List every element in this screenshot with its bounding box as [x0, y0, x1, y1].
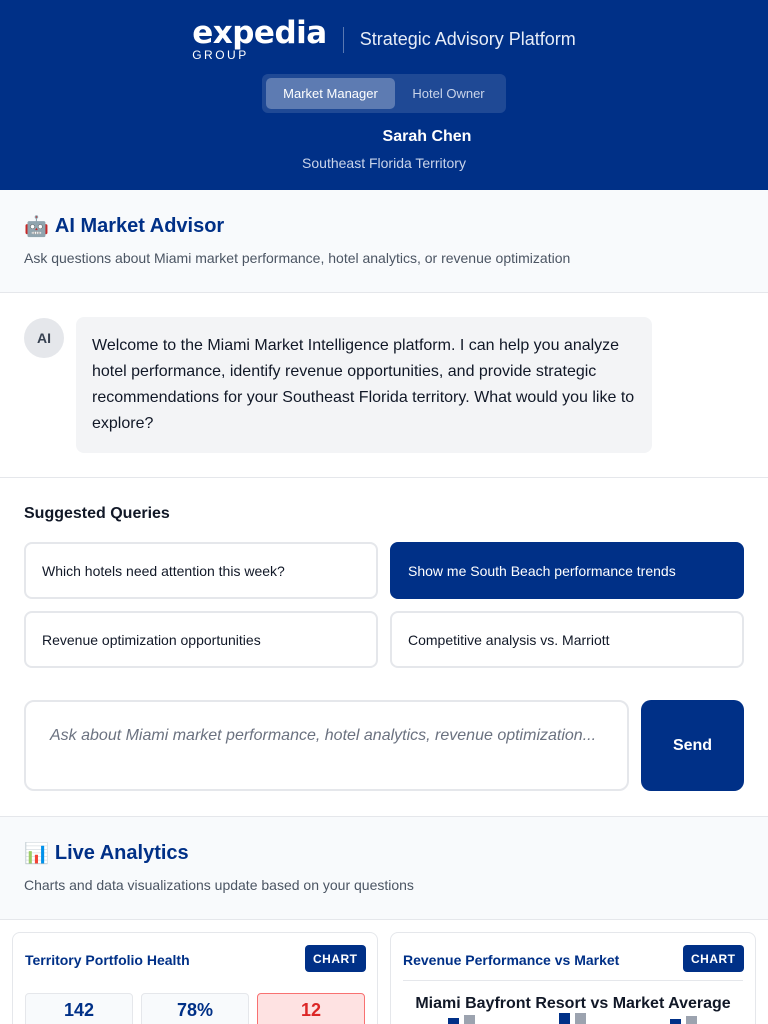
suggested-query-chip[interactable]: Show me South Beach performance trends: [390, 542, 744, 599]
analytics-title: 📊 Live Analytics: [24, 841, 189, 866]
card-title: Territory Portfolio Health: [25, 952, 190, 968]
portfolio-health-card: Territory Portfolio Health CHART 142 78%…: [12, 932, 378, 1024]
suggested-query-chip[interactable]: Revenue optimization opportunities: [24, 611, 378, 668]
chat-thread: AI Welcome to the Miami Market Intellige…: [0, 293, 768, 478]
bar-chart-icon: 📊: [24, 843, 49, 865]
suggested-queries-title: Suggested Queries: [24, 505, 170, 522]
bar-market: [575, 1013, 586, 1024]
card-title: Revenue Performance vs Market: [403, 952, 620, 968]
analytics-subtitle: Charts and data visualizations update ba…: [24, 877, 414, 893]
chart-title: Miami Bayfront Resort vs Market Average: [415, 995, 731, 1012]
app-header: expedia GROUP Strategic Advisory Platfor…: [0, 0, 768, 190]
user-name: Sarah Chen: [382, 128, 472, 145]
advisor-title: 🤖 AI Market Advisor: [24, 214, 224, 239]
revenue-bars-preview: [448, 1013, 697, 1024]
brand-divider: [342, 26, 344, 53]
chart-divider: [403, 980, 743, 981]
analytics-title-text: Live Analytics: [54, 842, 189, 864]
metric-tile: 142: [25, 993, 133, 1024]
metric-tile-alert: 12: [257, 993, 365, 1024]
expedia-group-logo: expedia GROUP: [192, 15, 327, 62]
revenue-performance-card: Revenue Performance vs Market CHART Miam…: [390, 932, 756, 1024]
suggested-query-chip[interactable]: Which hotels need attention this week?: [24, 542, 378, 599]
send-button[interactable]: Send: [641, 700, 744, 791]
role-hotel-owner-button[interactable]: Hotel Owner: [395, 78, 502, 109]
chart-badge[interactable]: CHART: [305, 945, 366, 972]
robot-icon: 🤖: [24, 216, 49, 238]
bar-hotel: [670, 1019, 681, 1024]
platform-title: Strategic Advisory Platform: [359, 29, 576, 49]
advisor-title-text: AI Market Advisor: [54, 215, 225, 237]
query-input[interactable]: [24, 700, 629, 791]
role-market-manager-button[interactable]: Market Manager: [266, 78, 395, 109]
bar-market: [464, 1015, 475, 1024]
role-toggle: Market Manager Hotel Owner: [262, 74, 506, 113]
bar-market: [686, 1016, 697, 1024]
bar-hotel: [559, 1013, 570, 1024]
logo-subtext: GROUP: [192, 48, 249, 62]
metric-tile: 78%: [141, 993, 249, 1024]
brand-row: expedia GROUP Strategic Advisory Platfor…: [0, 15, 768, 62]
advisor-section-header: 🤖 AI Market Advisor Ask questions about …: [0, 190, 768, 293]
ai-message-bubble: Welcome to the Miami Market Intelligence…: [76, 317, 652, 453]
user-territory: Southeast Florida Territory: [302, 155, 466, 171]
suggested-query-chip[interactable]: Competitive analysis vs. Marriott: [390, 611, 744, 668]
advisor-subtitle: Ask questions about Miami market perform…: [24, 250, 571, 266]
logo-wordmark: expedia: [192, 15, 327, 51]
bar-hotel: [448, 1018, 459, 1024]
ai-avatar: AI: [24, 318, 64, 358]
chart-badge[interactable]: CHART: [683, 945, 744, 972]
analytics-section-header: 📊 Live Analytics Charts and data visuali…: [0, 816, 768, 920]
